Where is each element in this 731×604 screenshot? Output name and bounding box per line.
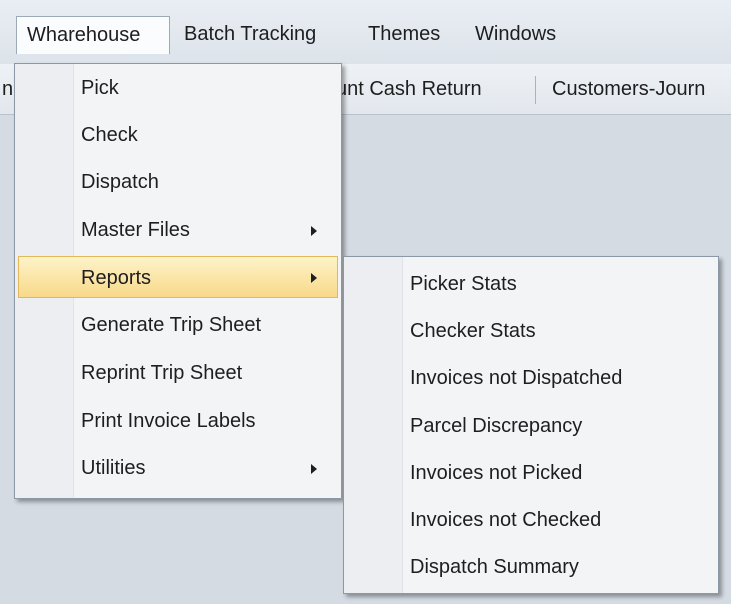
menu-item-label: Utilities xyxy=(81,457,146,479)
menu-wharehouse[interactable]: Wharehouse xyxy=(16,16,170,54)
submenu-arrow-icon xyxy=(311,226,317,236)
submenu-item-invoices-not-dispatched[interactable]: Invoices not Dispatched xyxy=(347,357,715,399)
submenu-item-invoices-not-checked[interactable]: Invoices not Checked xyxy=(347,499,715,541)
menu-item-label: Invoices not Picked xyxy=(410,462,583,484)
menu-item-generate-trip-sheet[interactable]: Generate Trip Sheet xyxy=(18,304,338,346)
toolbar-cash-return[interactable]: unt Cash Return xyxy=(336,64,482,114)
menu-item-label: Invoices not Dispatched xyxy=(410,367,623,389)
submenu-item-dispatch-summary[interactable]: Dispatch Summary xyxy=(347,546,715,588)
menu-item-label: Checker Stats xyxy=(410,320,536,342)
wharehouse-dropdown: Pick Check Dispatch Master Files Reports… xyxy=(14,63,342,499)
menu-item-label: Master Files xyxy=(81,219,190,241)
menu-item-label: Generate Trip Sheet xyxy=(81,314,262,336)
menu-item-dispatch[interactable]: Dispatch xyxy=(18,161,338,203)
menu-themes[interactable]: Themes xyxy=(358,16,450,52)
menu-item-label: Parcel Discrepancy xyxy=(410,415,583,437)
menu-item-label: Picker Stats xyxy=(410,273,517,295)
submenu-item-parcel-discrepancy[interactable]: Parcel Discrepancy xyxy=(347,405,715,447)
menu-item-print-invoice-labels[interactable]: Print Invoice Labels xyxy=(18,400,338,442)
menu-item-reports[interactable]: Reports xyxy=(18,256,338,298)
toolbar-customers-journal[interactable]: Customers-Journ xyxy=(552,64,705,114)
submenu-arrow-icon xyxy=(311,464,317,474)
menu-item-check[interactable]: Check xyxy=(18,114,338,156)
menu-item-label: Pick xyxy=(81,77,119,99)
menu-item-master-files[interactable]: Master Files xyxy=(18,209,338,251)
menu-item-label: Invoices not Checked xyxy=(410,509,602,531)
menu-item-reprint-trip-sheet[interactable]: Reprint Trip Sheet xyxy=(18,352,338,394)
submenu-arrow-icon xyxy=(311,273,317,283)
submenu-item-picker-stats[interactable]: Picker Stats xyxy=(347,263,715,305)
reports-submenu: Picker Stats Checker Stats Invoices not … xyxy=(343,256,719,594)
menu-item-pick[interactable]: Pick xyxy=(18,67,338,109)
menu-item-label: Reports xyxy=(81,267,152,289)
menu-item-label: Dispatch xyxy=(81,171,159,193)
menu-bar: Wharehouse Batch Tracking Themes Windows xyxy=(0,0,731,64)
menu-windows[interactable]: Windows xyxy=(465,16,566,52)
menu-batch-tracking[interactable]: Batch Tracking xyxy=(174,16,326,52)
menu-item-label: Dispatch Summary xyxy=(410,556,579,578)
menu-item-label: Check xyxy=(81,124,138,146)
submenu-item-checker-stats[interactable]: Checker Stats xyxy=(347,310,715,352)
submenu-item-invoices-not-picked[interactable]: Invoices not Picked xyxy=(347,452,715,494)
toolbar-separator xyxy=(535,76,536,104)
menu-item-label: Reprint Trip Sheet xyxy=(81,362,243,384)
menu-item-label: Print Invoice Labels xyxy=(81,410,256,432)
toolbar-item-partial[interactable]: n xyxy=(2,64,13,114)
menu-item-utilities[interactable]: Utilities xyxy=(18,447,338,489)
